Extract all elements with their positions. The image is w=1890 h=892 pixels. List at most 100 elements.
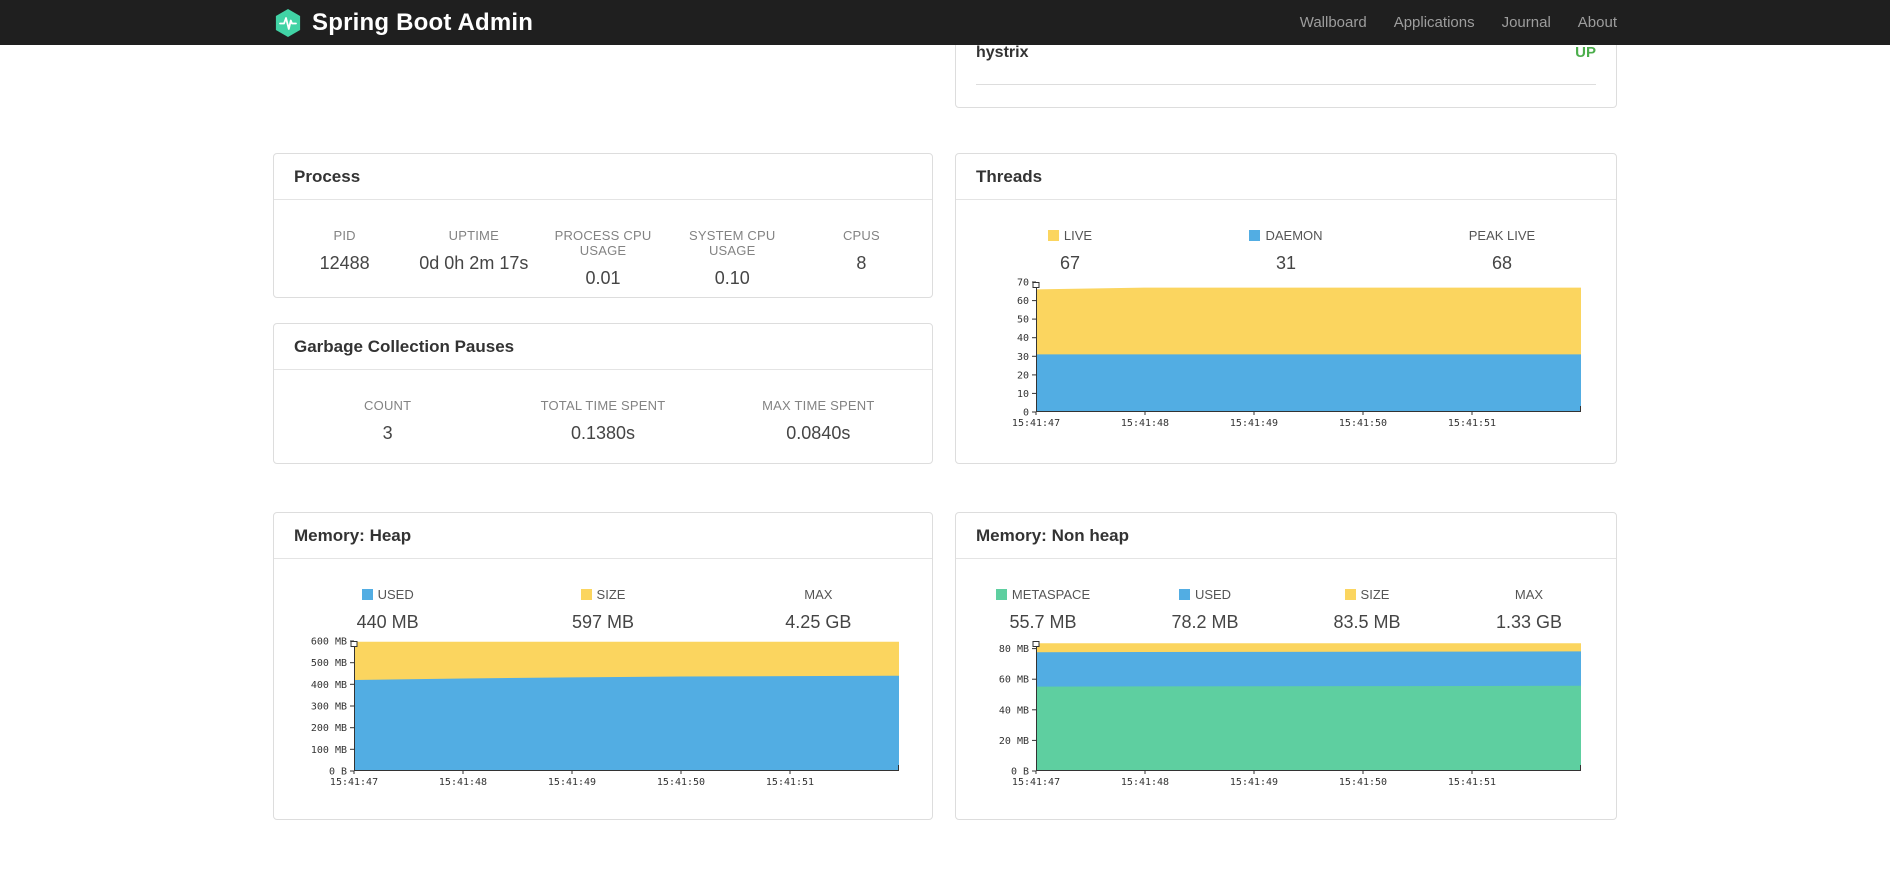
spring-boot-admin-logo-icon <box>273 8 303 38</box>
svg-text:40: 40 <box>1017 333 1029 344</box>
nav-item-journal[interactable]: Journal <box>1502 14 1551 31</box>
svg-text:15:41:47: 15:41:47 <box>1012 418 1060 429</box>
legend-swatch <box>361 589 373 600</box>
svg-text:60 MB: 60 MB <box>999 675 1029 686</box>
svg-text:15:41:50: 15:41:50 <box>657 777 705 788</box>
heap-legend: USED 440 MB SIZE 597 MB MAX 4.25 GB <box>274 559 932 633</box>
metric-gc-total-time: TOTAL TIME SPENT 0.1380s <box>495 398 710 444</box>
metric-label: UPTIME <box>448 228 499 243</box>
memory-heap-card: Memory: Heap USED 440 MB SIZE 597 MB MAX… <box>273 512 933 820</box>
legend-label: USED <box>377 587 414 602</box>
metric-label: PROCESS CPU USAGE <box>554 228 652 258</box>
svg-text:20: 20 <box>1017 370 1029 381</box>
metric-value: 0.0840s <box>786 423 851 443</box>
navbar: Spring Boot Admin Wallboard Applications… <box>0 0 1890 45</box>
legend-value: 83.5 MB <box>1333 612 1401 632</box>
status-badge: UP <box>1575 44 1596 61</box>
threads-chart: 0 10 20 30 40 50 60 70 15:41:47 15:41:48 15:41:49 1… <box>1012 278 1586 432</box>
svg-text:15:41:49: 15:41:49 <box>1230 777 1278 788</box>
legend-value: 597 MB <box>571 612 635 632</box>
memory-heap-chart: 0 B 100 MB 200 MB 300 MB 400 MB 500 MB 600 MB 1… <box>311 637 904 791</box>
metric-value: 0.10 <box>714 268 750 288</box>
metric-label: MAX TIME SPENT <box>762 398 875 413</box>
metric-label: PID <box>333 228 356 243</box>
legend-label: PEAK LIVE <box>1468 228 1536 243</box>
legend-label: MAX <box>1514 587 1544 602</box>
nav-links: Wallboard Applications Journal About <box>1300 14 1617 31</box>
legend-item-max: MAX 4.25 GB <box>711 587 926 633</box>
legend-label: SIZE <box>596 587 626 602</box>
legend-swatch <box>580 589 592 600</box>
svg-text:15:41:47: 15:41:47 <box>330 777 378 788</box>
svg-text:15:41:51: 15:41:51 <box>766 777 814 788</box>
legend-swatch <box>1047 230 1059 241</box>
legend-label: DAEMON <box>1265 228 1323 243</box>
nav-item-wallboard[interactable]: Wallboard <box>1300 14 1367 31</box>
svg-text:15:41:50: 15:41:50 <box>1339 777 1387 788</box>
metric-value: 0.01 <box>585 268 621 288</box>
metric-label: TOTAL TIME SPENT <box>540 398 666 413</box>
metric-cpus: CPUS 8 <box>797 228 926 289</box>
svg-text:20 MB: 20 MB <box>999 736 1029 747</box>
svg-text:100 MB: 100 MB <box>311 745 347 756</box>
metric-uptime: UPTIME 0d 0h 2m 17s <box>409 228 538 289</box>
svg-text:40 MB: 40 MB <box>999 705 1029 716</box>
svg-text:15:41:48: 15:41:48 <box>439 777 487 788</box>
nav-item-about[interactable]: About <box>1578 14 1617 31</box>
legend-swatch <box>1249 230 1261 241</box>
legend-swatch <box>1178 589 1190 600</box>
legend-item-daemon: DAEMON 31 <box>1178 228 1394 274</box>
metric-system-cpu: SYSTEM CPU USAGE 0.10 <box>668 228 797 289</box>
metric-value: 0d 0h 2m 17s <box>419 253 529 273</box>
svg-text:0: 0 <box>1023 408 1029 419</box>
legend-value: 31 <box>1275 253 1297 273</box>
metric-gc-count: COUNT 3 <box>280 398 495 444</box>
svg-text:60: 60 <box>1017 296 1029 307</box>
legend-item-size: SIZE 597 MB <box>495 587 710 633</box>
threads-legend: LIVE 67 DAEMON 31 PEAK LIVE 68 <box>956 200 1616 274</box>
svg-text:0 B: 0 B <box>1011 767 1029 778</box>
legend-item-max: MAX 1.33 GB <box>1448 587 1610 633</box>
brand-title: Spring Boot Admin <box>312 8 534 36</box>
threads-card-title: Threads <box>956 154 1616 200</box>
navbar-container: Spring Boot Admin Wallboard Applications… <box>273 0 1617 45</box>
metric-value: 3 <box>382 423 393 443</box>
svg-text:10: 10 <box>1017 389 1029 400</box>
svg-text:15:41:47: 15:41:47 <box>1012 777 1060 788</box>
svg-text:15:41:48: 15:41:48 <box>1121 777 1169 788</box>
svg-text:0 B: 0 B <box>329 767 347 778</box>
metric-value: 8 <box>856 253 867 273</box>
legend-label: METASPACE <box>1011 587 1091 602</box>
legend-value: 440 MB <box>356 612 419 632</box>
legend-item-used: USED 78.2 MB <box>1124 587 1286 633</box>
nav-item-applications[interactable]: Applications <box>1394 14 1475 31</box>
legend-value: 4.25 GB <box>785 612 852 632</box>
svg-text:50: 50 <box>1017 315 1029 326</box>
memory-nonheap-card: Memory: Non heap METASPACE 55.7 MB USED … <box>955 512 1617 820</box>
legend-value: 67 <box>1059 253 1081 273</box>
svg-text:15:41:49: 15:41:49 <box>1230 418 1278 429</box>
legend-value: 1.33 GB <box>1495 612 1563 632</box>
svg-text:200 MB: 200 MB <box>311 723 347 734</box>
memory-nonheap-card-title: Memory: Non heap <box>956 513 1616 559</box>
brand[interactable]: Spring Boot Admin <box>273 8 533 38</box>
gc-metrics: COUNT 3 TOTAL TIME SPENT 0.1380s MAX TIM… <box>274 370 932 464</box>
metric-value: 12488 <box>319 253 370 273</box>
process-metrics: PID 12488 UPTIME 0d 0h 2m 17s PROCESS CP… <box>274 200 932 309</box>
gc-card-title: Garbage Collection Pauses <box>274 324 932 370</box>
legend-label: MAX <box>804 587 833 602</box>
metric-label: COUNT <box>364 398 412 413</box>
legend-label: SIZE <box>1360 587 1390 602</box>
nonheap-legend: METASPACE 55.7 MB USED 78.2 MB SIZE 83.5… <box>956 559 1616 633</box>
svg-text:80 MB: 80 MB <box>999 644 1029 655</box>
svg-text:15:41:48: 15:41:48 <box>1121 418 1169 429</box>
svg-text:15:41:51: 15:41:51 <box>1448 777 1496 788</box>
svg-text:15:41:51: 15:41:51 <box>1448 418 1496 429</box>
memory-heap-card-title: Memory: Heap <box>274 513 932 559</box>
metric-pid: PID 12488 <box>280 228 409 289</box>
svg-text:600 MB: 600 MB <box>311 637 347 648</box>
metric-process-cpu: PROCESS CPU USAGE 0.01 <box>538 228 667 289</box>
legend-swatch <box>995 589 1007 600</box>
svg-text:400 MB: 400 MB <box>311 680 347 691</box>
application-name[interactable]: hystrix <box>976 44 1028 62</box>
